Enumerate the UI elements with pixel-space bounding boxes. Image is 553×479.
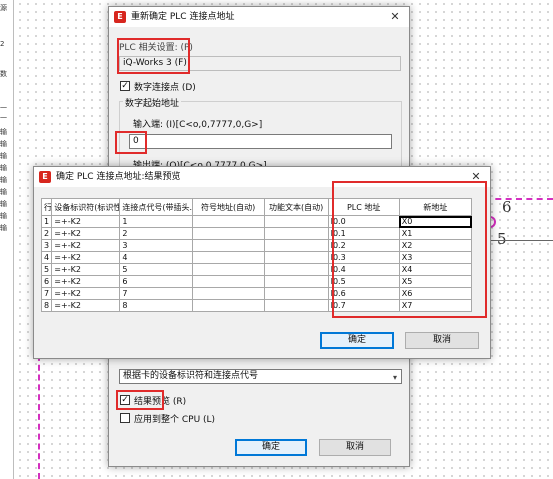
- table-cell-n[interactable]: 5: [40, 263, 53, 276]
- highlight-result-preview: [116, 390, 164, 410]
- chevron-down-icon: ▾: [392, 373, 397, 382]
- table-cell-n[interactable]: 7: [40, 287, 53, 300]
- canvas-label-6: 6: [502, 198, 512, 216]
- table-cell-dev[interactable]: =+-K2: [51, 251, 121, 264]
- table-cell-n[interactable]: 8: [40, 299, 53, 312]
- side-panel-item[interactable]: 输: [0, 212, 13, 220]
- table-cell-dev[interactable]: =+-K2: [51, 239, 121, 252]
- pink-dashed-border-left: [38, 345, 40, 479]
- table-cell-pin[interactable]: 1: [119, 215, 193, 228]
- canvas-line: [487, 240, 553, 241]
- table-cell-n[interactable]: 6: [40, 275, 53, 288]
- preview-dialog-title: 确定 PLC 连接点地址:结果预览: [56, 172, 181, 182]
- table-cell-sym[interactable]: [191, 227, 265, 240]
- side-panel-item[interactable]: 输: [0, 188, 13, 196]
- table-cell-pin[interactable]: 8: [119, 299, 193, 312]
- column-header[interactable]: 功能文本(自动): [263, 198, 329, 216]
- app-icon: E: [114, 11, 126, 23]
- table-cell-func[interactable]: [263, 275, 329, 288]
- table-cell-sym[interactable]: [191, 263, 265, 276]
- back-ok-button[interactable]: 确定: [235, 439, 307, 456]
- apply-cpu-checkbox[interactable]: [120, 413, 130, 423]
- app-icon: E: [39, 171, 51, 183]
- side-panel-item[interactable]: 源: [0, 4, 13, 12]
- side-panel-item[interactable]: 输: [0, 200, 13, 208]
- preview-ok-button[interactable]: 确定: [320, 332, 394, 349]
- table-cell-func[interactable]: [263, 263, 329, 276]
- side-panel-item[interactable]: 输: [0, 164, 13, 172]
- table-cell-dev[interactable]: =+-K2: [51, 275, 121, 288]
- table-cell-sym[interactable]: [191, 299, 265, 312]
- column-header[interactable]: 设备标识符(标识性): [51, 198, 121, 216]
- preview-cancel-button[interactable]: 取消: [405, 332, 479, 349]
- table-cell-sym[interactable]: [191, 215, 265, 228]
- highlight-input-start: [115, 131, 147, 154]
- table-cell-func[interactable]: [263, 287, 329, 300]
- table-cell-pin[interactable]: 5: [119, 263, 193, 276]
- table-cell-pin[interactable]: 4: [119, 251, 193, 264]
- back-cancel-button[interactable]: 取消: [319, 439, 391, 456]
- highlight-address-columns: [332, 181, 487, 318]
- digital-points-label: 数字连接点 (D): [134, 83, 196, 93]
- side-panel-item[interactable]: 输: [0, 176, 13, 184]
- table-cell-n[interactable]: 3: [40, 239, 53, 252]
- table-cell-n[interactable]: 2: [40, 227, 53, 240]
- table-cell-n[interactable]: 4: [40, 251, 53, 264]
- pink-dashed-border-right: [485, 198, 553, 200]
- table-cell-func[interactable]: [263, 227, 329, 240]
- table-cell-func[interactable]: [263, 251, 329, 264]
- table-cell-n[interactable]: 1: [40, 215, 53, 228]
- table-cell-dev[interactable]: =+-K2: [51, 227, 121, 240]
- start-address-group-label: 数字起始地址: [123, 96, 182, 109]
- table-cell-sym[interactable]: [191, 287, 265, 300]
- close-icon[interactable]: ✕: [387, 7, 403, 27]
- table-cell-pin[interactable]: 2: [119, 227, 193, 240]
- side-panel-item[interactable]: 输: [0, 152, 13, 160]
- table-cell-sym[interactable]: [191, 239, 265, 252]
- left-side-panel: 源2数一一输输输输输输输输输: [0, 0, 14, 479]
- table-cell-func[interactable]: [263, 215, 329, 228]
- table-cell-pin[interactable]: 3: [119, 239, 193, 252]
- table-cell-dev[interactable]: =+-K2: [51, 263, 121, 276]
- apply-cpu-label: 应用到整个 CPU (L): [134, 415, 216, 425]
- table-cell-pin[interactable]: 6: [119, 275, 193, 288]
- table-cell-dev[interactable]: =+-K2: [51, 299, 121, 312]
- preview-dialog: E 确定 PLC 连接点地址:结果预览 ✕ 行 设备标识符(标识性) 连接点代号…: [33, 166, 491, 359]
- column-header[interactable]: 连接点代号(带插头...: [119, 198, 193, 216]
- column-header[interactable]: 行: [40, 198, 53, 216]
- table-cell-pin[interactable]: 7: [119, 287, 193, 300]
- back-dialog-title: 重新确定 PLC 连接点地址: [131, 12, 235, 22]
- column-header[interactable]: 符号地址(自动): [191, 198, 265, 216]
- table-cell-dev[interactable]: =+-K2: [51, 287, 121, 300]
- table-cell-func[interactable]: [263, 239, 329, 252]
- side-panel-item[interactable]: 一: [0, 104, 13, 112]
- side-panel-item[interactable]: 输: [0, 224, 13, 232]
- side-panel-item[interactable]: 2: [0, 40, 13, 48]
- table-cell-sym[interactable]: [191, 275, 265, 288]
- back-dialog-titlebar: E 重新确定 PLC 连接点地址 ✕: [109, 7, 409, 27]
- side-panel-item[interactable]: 输: [0, 140, 13, 148]
- table-cell-func[interactable]: [263, 299, 329, 312]
- side-panel-item[interactable]: 一: [0, 114, 13, 122]
- digital-points-checkbox[interactable]: ✓: [120, 81, 130, 91]
- side-panel-item[interactable]: 输: [0, 128, 13, 136]
- assignment-mode-value: 根据卡的设备标识符和连接点代号: [123, 371, 259, 381]
- canvas-label-5: 5: [497, 230, 507, 248]
- table-cell-sym[interactable]: [191, 251, 265, 264]
- highlight-plc-settings: [117, 38, 190, 74]
- input-start-label: 输入端: (I)[C<o,0,7777,0,G>]: [133, 120, 263, 130]
- input-start-field[interactable]: 0: [129, 134, 392, 149]
- table-cell-dev[interactable]: =+-K2: [51, 215, 121, 228]
- assignment-mode-select[interactable]: 根据卡的设备标识符和连接点代号 ▾: [119, 369, 402, 384]
- side-panel-item[interactable]: 数: [0, 70, 13, 78]
